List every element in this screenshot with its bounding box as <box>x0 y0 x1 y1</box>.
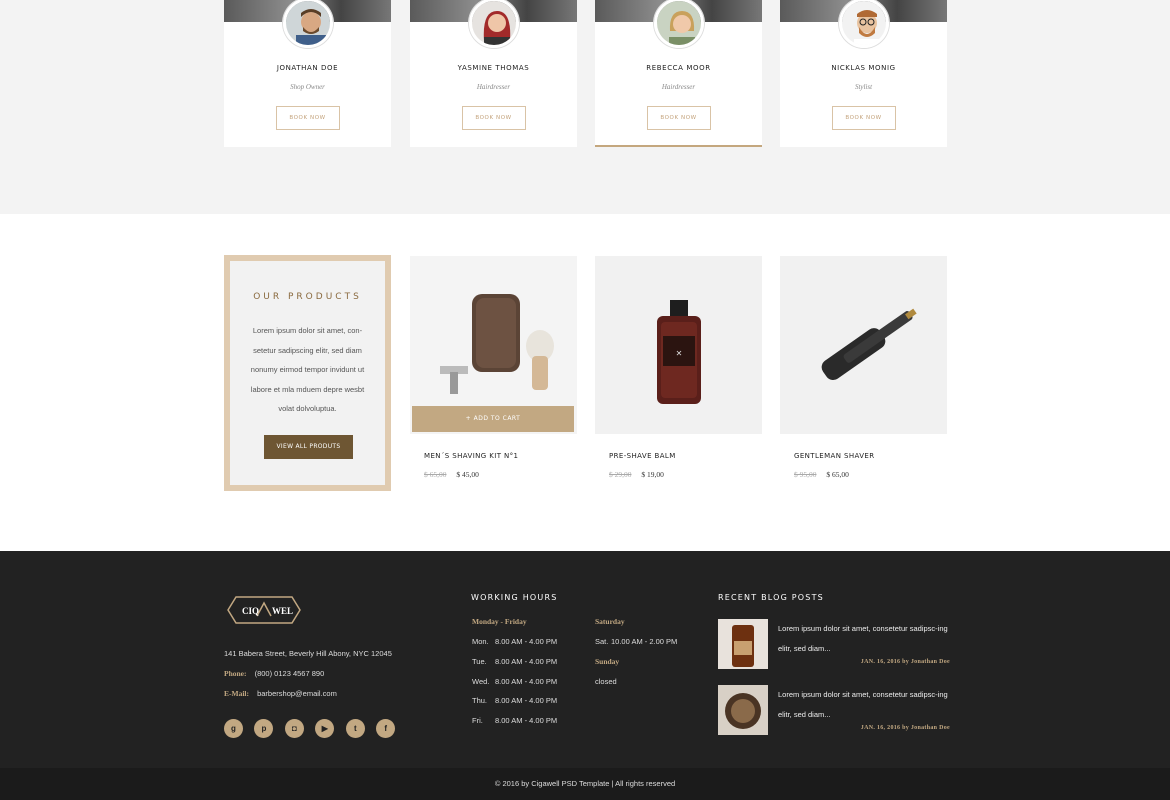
recent-blog-heading: RECENT BLOG POSTS <box>718 593 824 602</box>
logo-text-left: CIQ <box>242 606 259 616</box>
phone: Phone: (800) 0123 4567 890 <box>224 669 324 678</box>
email: E-Mail: barbershop@email.com <box>224 689 337 698</box>
twitter-icon[interactable]: t <box>345 719 365 738</box>
product-prices: $ 95,00 $ 65,00 <box>794 470 849 479</box>
blog-post[interactable]: Lorem ipsum dolor sit amet, consetetur s… <box>718 685 950 735</box>
section-title: OUR PRODUCTS <box>253 292 362 302</box>
facebook-icon[interactable]: f <box>376 719 396 738</box>
book-now-button[interactable]: BOOK NOW <box>646 106 711 130</box>
price: $ 65,00 <box>826 470 849 479</box>
our-products-panel: OUR PRODUCTS Lorem ipsum dolor sit amet,… <box>224 255 391 491</box>
price: $ 45,00 <box>456 470 479 479</box>
team-member-name: REBECCA MOOR <box>646 64 711 72</box>
hours-row: Mon. 8.00 AM - 4.00 PM <box>472 637 558 646</box>
team-member-name: JONATHAN DOE <box>276 64 339 72</box>
saturday-label: Saturday <box>595 617 625 626</box>
team-card: NICKLAS MONIG Stylist BOOK NOW <box>780 0 947 147</box>
blog-meta: JAN. 16, 2016 by Jonathan Doe <box>860 725 950 731</box>
team-member-name: NICKLAS MONIG <box>831 64 896 72</box>
team-member-role: Hairdresser <box>661 83 696 91</box>
instagram-icon[interactable]: ◘ <box>284 719 304 738</box>
blog-meta: JAN. 16, 2016 by Jonathan Doe <box>860 659 950 665</box>
pinterest-icon[interactable]: p <box>254 719 274 738</box>
old-price: $ 95,00 <box>794 470 817 479</box>
add-to-cart-button[interactable]: + ADD TO CART <box>412 406 574 432</box>
book-now-button[interactable]: BOOK NOW <box>461 106 526 130</box>
avatar <box>653 0 704 48</box>
social-links: g p ◘ ▶ t f <box>224 718 402 738</box>
product-prices: $ 65,00 $ 45,00 <box>424 470 479 479</box>
team-member-name: YASMINE THOMAS <box>457 64 530 72</box>
team-card: YASMINE THOMAS Hairdresser BOOK NOW <box>410 0 577 147</box>
product-image[interactable]: ✕ <box>595 256 762 434</box>
view-all-products-button[interactable]: VIEW ALL PRODUTS <box>264 435 353 459</box>
phone-value[interactable]: (800) 0123 4567 890 <box>255 669 325 678</box>
hours-row: Thu. 8.00 AM - 4.00 PM <box>472 696 558 706</box>
blog-excerpt[interactable]: Lorem ipsum dolor sit amet, consetetur s… <box>778 685 950 725</box>
product-card[interactable]: ✕ PRE-SHAVE BALM $ 29,00 $ 19,00 <box>595 256 762 496</box>
product-image[interactable] <box>780 256 947 434</box>
section-description: Lorem ipsum dolor sit amet, con-setetur … <box>250 326 365 414</box>
google-plus-icon[interactable]: g <box>224 719 243 738</box>
hours-row: Tue. 8.00 AM - 4.00 PM <box>472 656 558 666</box>
product-prices: $ 29,00 $ 19,00 <box>609 470 664 479</box>
book-now-button[interactable]: BOOK NOW <box>275 106 340 130</box>
product-name[interactable]: GENTLEMAN SHAVER <box>794 452 875 460</box>
hours-row: Wed. 8.00 AM - 4.00 PM <box>472 676 558 686</box>
sunday-value: closed <box>595 676 617 686</box>
team-card: JONATHAN DOE Shop Owner BOOK NOW <box>224 0 391 147</box>
team-member-role: Hairdresser <box>476 83 511 91</box>
product-name[interactable]: MEN´S SHAVING KIT N°1 <box>424 452 518 460</box>
team-section: JONATHAN DOE Shop Owner BOOK NOW YASMINE… <box>0 0 1170 214</box>
avatar <box>468 0 519 48</box>
weekday-label: Monday - Friday <box>472 617 527 626</box>
hours-row: Sat. 10.00 AM - 2.00 PM <box>595 637 678 646</box>
youtube-icon[interactable]: ▶ <box>315 719 335 738</box>
hours-row: Fri. 8.00 AM - 4.00 PM <box>472 716 558 726</box>
team-member-role: Shop Owner <box>290 83 325 91</box>
team-member-role: Stylist <box>854 83 873 91</box>
logo-text-right: WEL <box>272 606 293 616</box>
product-name[interactable]: PRE-SHAVE BALM <box>609 452 676 460</box>
old-price: $ 29,00 <box>609 470 632 479</box>
price: $ 19,00 <box>641 470 664 479</box>
address: 141 Babera Street, Beverly Hill Abony, N… <box>224 649 392 658</box>
email-label: E-Mail: <box>224 689 249 698</box>
blog-thumbnail[interactable] <box>718 619 768 669</box>
blog-post[interactable]: Lorem ipsum dolor sit amet, consetetur s… <box>718 619 950 669</box>
weekday-hours: Monday - Friday Mon. 8.00 AM - 4.00 PM Tu… <box>472 617 557 736</box>
blog-excerpt[interactable]: Lorem ipsum dolor sit amet, consetetur s… <box>778 619 950 659</box>
weekend-hours: Saturday Sat. 10.00 AM - 2.00 PM Sunday c… <box>595 617 677 697</box>
phone-label: Phone: <box>224 669 247 678</box>
email-value[interactable]: barbershop@email.com <box>257 689 337 698</box>
avatar <box>282 0 333 48</box>
footer: CIQ WEL 141 Babera Street, Beverly Hill … <box>0 551 1170 768</box>
brand-logo[interactable]: CIQ WEL <box>224 594 304 626</box>
product-card[interactable]: GENTLEMAN SHAVER $ 95,00 $ 65,00 <box>780 256 947 496</box>
sunday-label: Sunday <box>595 656 620 666</box>
blog-thumbnail[interactable] <box>718 685 768 735</box>
team-card-active: REBECCA MOOR Hairdresser BOOK NOW <box>595 0 762 147</box>
product-image[interactable]: + ADD TO CART <box>410 256 577 434</box>
old-price: $ 65,00 <box>424 470 447 479</box>
product-card[interactable]: + ADD TO CART MEN´S SHAVING KIT N°1 $ 65… <box>410 256 577 496</box>
book-now-button[interactable]: BOOK NOW <box>831 106 896 130</box>
working-hours-heading: WORKING HOURS <box>471 593 558 602</box>
copyright: © 2016 by Cigawell PSD Template | All ri… <box>0 768 1170 800</box>
svg-text:✕: ✕ <box>676 349 683 358</box>
avatar <box>838 0 889 48</box>
